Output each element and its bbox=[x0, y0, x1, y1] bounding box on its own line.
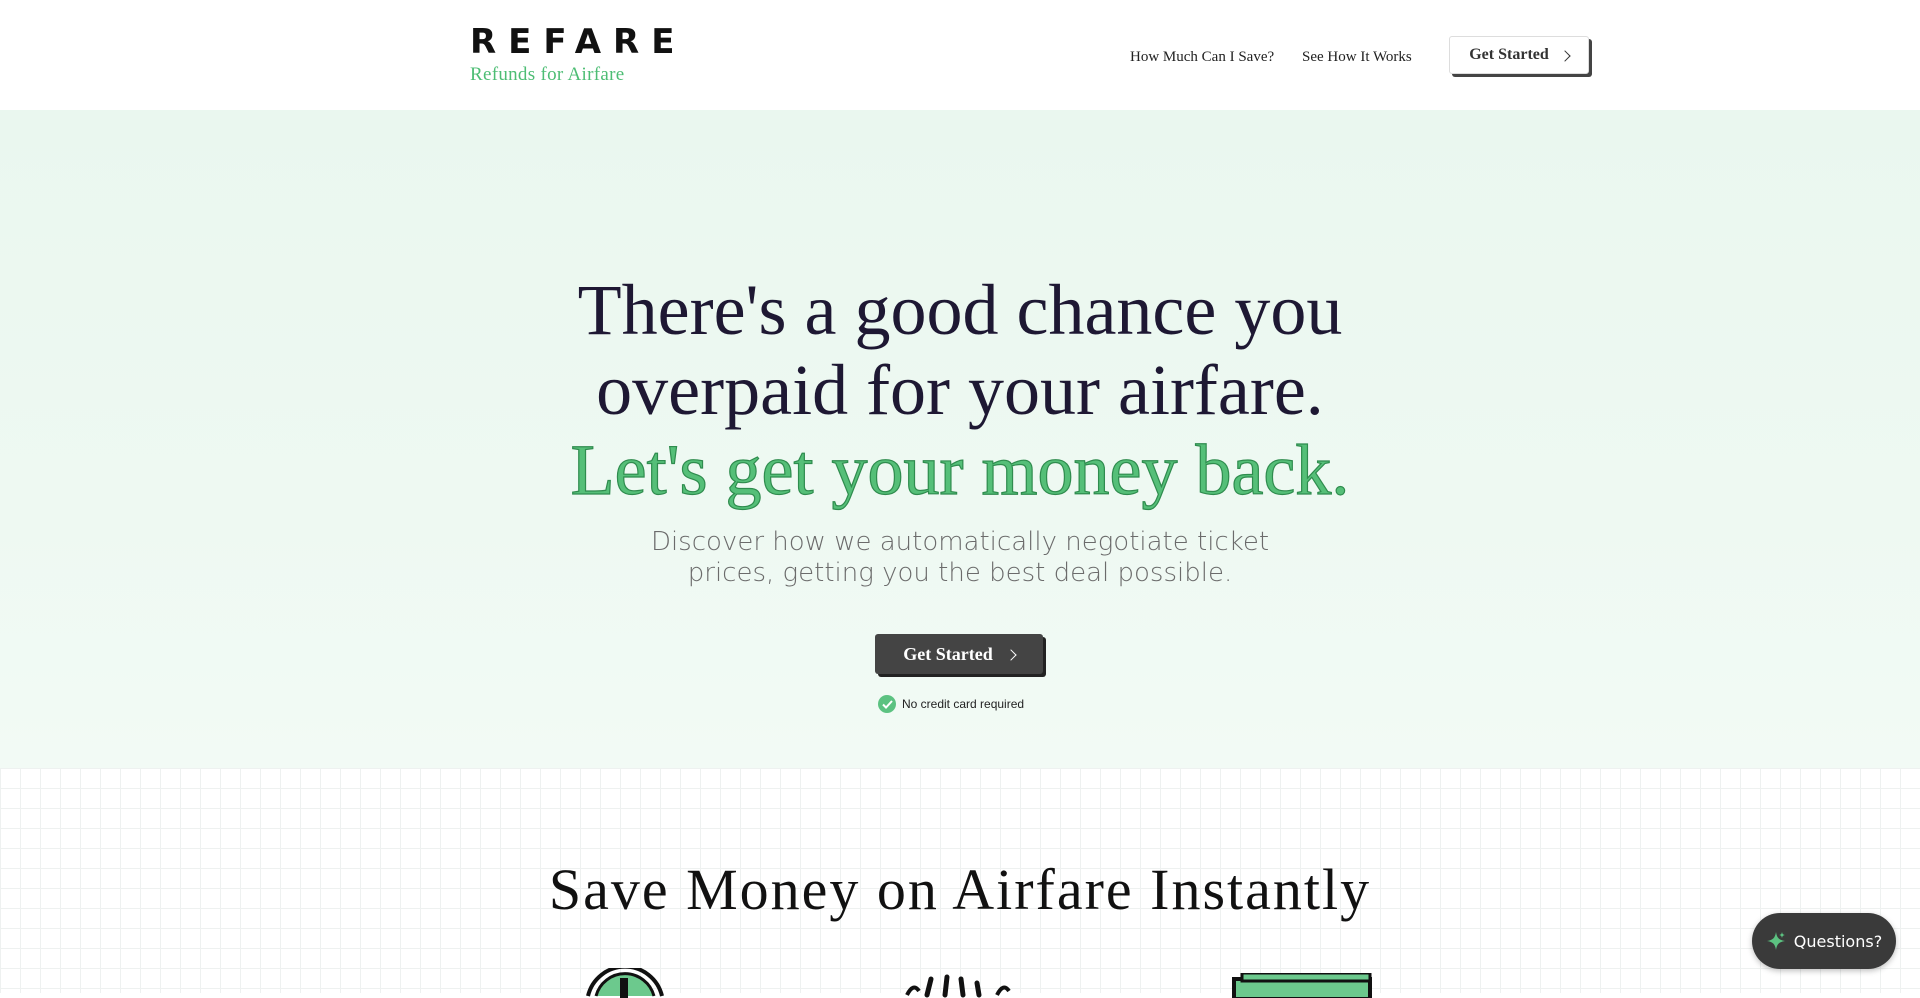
money-icon bbox=[1232, 973, 1372, 998]
no-credit-card-text: No credit card required bbox=[902, 697, 1025, 711]
clock-icon bbox=[586, 968, 664, 998]
nav-see-how-it-works[interactable]: See How It Works bbox=[1302, 49, 1412, 66]
hero-get-started-button[interactable]: Get Started bbox=[875, 634, 1043, 674]
chevron-right-icon bbox=[1005, 648, 1017, 661]
header-get-started-button[interactable]: Get Started bbox=[1449, 36, 1589, 74]
no-credit-card-note: No credit card required bbox=[878, 695, 1024, 713]
hero-headline-line-2: overpaid for your airfare. bbox=[596, 350, 1324, 430]
hero-section: There's a good chance you overpaid for y… bbox=[0, 110, 1920, 768]
section-title: Save Money on Airfare Instantly bbox=[548, 857, 1372, 922]
logo[interactable]: REFARE bbox=[470, 22, 686, 62]
site-header: REFARE Refunds for Airfare How Much Can … bbox=[0, 0, 1920, 110]
questions-label: Questions? bbox=[1793, 931, 1883, 951]
hero-get-started-label: Get Started bbox=[903, 643, 993, 664]
chevron-right-icon bbox=[1559, 49, 1571, 62]
sparkle-icon bbox=[1766, 932, 1785, 950]
check-icon bbox=[878, 695, 896, 713]
hero-subtitle-line-2: prices, getting you the best deal possib… bbox=[687, 558, 1233, 588]
hero-headline-accent: Let's get your money back. bbox=[570, 429, 1350, 510]
nav-how-much-can-i-save[interactable]: How Much Can I Save? bbox=[1130, 49, 1274, 66]
hero-headline-line-1: There's a good chance you bbox=[577, 270, 1343, 350]
tagline: Refunds for Airfare bbox=[470, 64, 625, 85]
features-section: Save Money on Airfare Instantly bbox=[0, 768, 1920, 998]
hero-subtitle-line-1: Discover how we automatically negotiate … bbox=[650, 527, 1270, 557]
questions-chat-button[interactable]: Questions? bbox=[1752, 913, 1896, 969]
header-get-started-label: Get Started bbox=[1469, 46, 1549, 63]
hands-icon bbox=[905, 974, 1011, 998]
